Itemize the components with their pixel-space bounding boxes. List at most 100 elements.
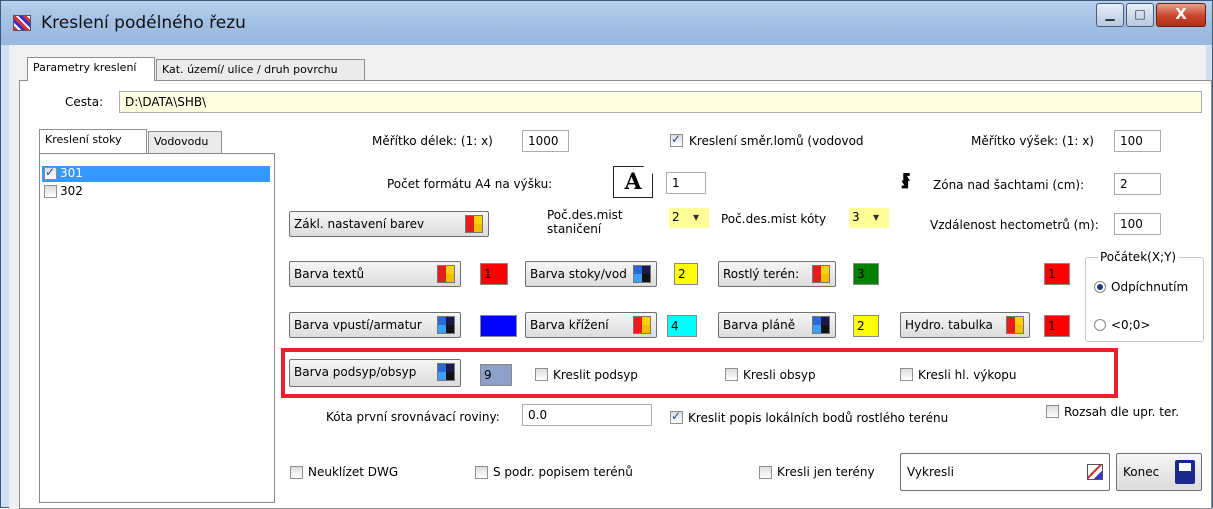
vykresli-button[interactable]: Vykresli [900, 453, 1110, 491]
kresli-jen-label: Kresli jen terény [777, 465, 875, 479]
kreslit-popis-label: Kreslit popis lokálních bodů rostlého te… [688, 411, 949, 425]
path-field[interactable]: D:\DATA\SHB\ [119, 91, 1202, 113]
stoky-list[interactable]: 301 302 [39, 153, 275, 503]
palette-icon [465, 215, 483, 233]
hydro-tabulka-label: Hydro. tabulka [905, 318, 993, 332]
zona-input[interactable]: 2 [1114, 173, 1161, 195]
kreslit-podsyp-checkbox[interactable] [535, 368, 548, 381]
barva-podsyp-button[interactable]: Barva podsyp/obsyp [289, 359, 461, 387]
kresli-hl-vykopu-checkbox[interactable] [900, 368, 913, 381]
rostly-teren-swatch[interactable]: 3 [853, 263, 879, 285]
neuklizet-checkbox[interactable] [290, 466, 303, 479]
extra-red-swatch[interactable]: 1 [1044, 263, 1070, 285]
tab-parametry-kresleni[interactable]: Parametry kreslení [27, 57, 155, 81]
maximize-icon: □ [1134, 7, 1146, 21]
path-label: Cesta: [65, 95, 104, 109]
barva-krizeni-swatch[interactable]: 4 [667, 315, 697, 337]
pocdes-stan-select[interactable]: 2 ▼ [669, 208, 709, 228]
barva-textu-label: Barva textů [294, 267, 365, 281]
barva-vpusti-swatch[interactable]: 5 [480, 315, 517, 337]
barva-podsyp-swatch[interactable]: 9 [480, 364, 512, 386]
neuklizet-label: Neuklízet DWG [308, 465, 399, 479]
pocdes-stan-value: 2 [672, 210, 680, 224]
palette-icon [437, 363, 455, 381]
barva-textu-button[interactable]: Barva textů [289, 261, 461, 287]
zakl-nastaveni-button[interactable]: Zákl. nastavení barev [289, 211, 489, 237]
pocatek-title: Počátek(X;Y) [1098, 250, 1179, 264]
list-item[interactable]: 301 [42, 165, 270, 182]
pocdes-koty-value: 3 [852, 210, 860, 224]
tab-vodovodu[interactable]: Vodovodu [148, 131, 222, 153]
kresli-obsyp-checkbox[interactable] [725, 368, 738, 381]
origin-radio[interactable] [1094, 319, 1106, 331]
kota-input[interactable]: 0.0 [522, 404, 652, 426]
hydro-tabulka-button[interactable]: Hydro. tabulka [900, 312, 1030, 338]
kreslit-popis-checkbox[interactable] [670, 409, 683, 424]
barva-plane-label: Barva pláně [723, 318, 796, 332]
kresleni-smer-label: Kreslení směr.lomů (vodovod [689, 134, 864, 148]
list-item-checkbox[interactable] [44, 185, 57, 198]
palette-icon [812, 265, 830, 283]
kresli-obsyp-label: Kresli obsyp [743, 368, 816, 382]
s-podr-checkbox[interactable] [475, 466, 488, 479]
barva-vpusti-label: Barva vpustí/armatur [294, 318, 422, 332]
minimize-button[interactable]: ▁ [1096, 3, 1124, 27]
palette-icon [812, 316, 830, 334]
meritko-vysek-input[interactable]: 100 [1114, 130, 1161, 152]
zona-label: Zóna nad šachtami (cm): [933, 178, 1085, 192]
palette-icon [633, 265, 651, 283]
list-item-label: 301 [60, 166, 83, 180]
rostly-teren-label: Rostlý terén: [723, 267, 800, 281]
kota-label: Kóta první srovnávací roviny: [326, 410, 500, 424]
floppy-icon [1175, 460, 1195, 484]
barva-podsyp-label: Barva podsyp/obsyp [294, 365, 417, 379]
close-button[interactable]: X [1156, 3, 1206, 27]
odpichnutim-label: Odpíchnutím [1111, 280, 1189, 294]
tab-kat-uzemi[interactable]: Kat. území/ ulice / druh povrchu [156, 59, 365, 81]
barva-plane-button[interactable]: Barva pláně [718, 312, 836, 338]
palette-icon [437, 316, 455, 334]
meritko-delek-input[interactable]: 1000 [522, 130, 569, 152]
barva-vpusti-button[interactable]: Barva vpustí/armatur [289, 312, 461, 338]
list-item[interactable]: 302 [42, 184, 270, 200]
s-podr-label: S podr. popisem terénů [493, 465, 633, 479]
kresleni-smer-checkbox[interactable] [670, 132, 683, 147]
origin-label: <0;0> [1111, 318, 1151, 332]
vzdalenost-label: Vzdálenost hectometrů (m): [930, 218, 1099, 232]
barva-plane-swatch[interactable]: 2 [853, 315, 879, 337]
hydro-tabulka-swatch[interactable]: 1 [1044, 315, 1070, 337]
rozsah-label: Rozsah dle upr. ter. [1064, 405, 1180, 419]
konec-button[interactable]: Konec [1116, 453, 1202, 491]
window: Kreslení podélného řezu ▁ □ X Parametry … [0, 0, 1213, 509]
rozsah-checkbox[interactable] [1046, 405, 1059, 418]
kresli-hl-vykopu-label: Kresli hl. výkopu [918, 368, 1017, 382]
title-bar[interactable]: Kreslení podélného řezu ▁ □ X [1, 1, 1212, 45]
vykresli-label: Vykresli [907, 465, 954, 479]
kreslit-podsyp-label: Kreslit podsyp [553, 368, 638, 382]
rostly-teren-button[interactable]: Rostlý terén: [718, 261, 836, 287]
pocdes-stan-label: Poč.des.mist staničení [547, 208, 623, 236]
pocet-formatu-label: Počet formátu A4 na výšku: [387, 177, 553, 191]
pocdes-koty-select[interactable]: 3 ▼ [849, 208, 889, 228]
barva-krizeni-label: Barva křížení [530, 318, 609, 332]
konec-label: Konec [1123, 465, 1160, 479]
list-item-checkbox[interactable] [44, 165, 57, 180]
tab-kresleni-stoky[interactable]: Kreslení stoky [39, 129, 147, 153]
list-item-label: 302 [60, 184, 83, 198]
palette-icon [1006, 316, 1024, 334]
odpichnutim-radio[interactable] [1094, 281, 1106, 293]
pocdes-koty-label: Poč.des.mist kóty [721, 212, 827, 226]
barva-stoky-label: Barva stoky/vod [530, 267, 627, 281]
pocet-formatu-input[interactable]: 1 [666, 172, 706, 194]
chart-icon [1087, 464, 1103, 480]
maximize-button[interactable]: □ [1126, 3, 1154, 27]
meritko-vysek-label: Měřítko výšek: (1: x) [971, 134, 1094, 148]
barva-krizeni-button[interactable]: Barva křížení [525, 312, 657, 338]
window-title: Kreslení podélného řezu [41, 13, 246, 33]
kresli-jen-checkbox[interactable] [759, 466, 772, 479]
barva-stoky-swatch[interactable]: 2 [674, 263, 698, 285]
barva-stoky-button[interactable]: Barva stoky/vod [525, 261, 657, 287]
minimize-icon: ▁ [1105, 7, 1115, 21]
vzdalenost-input[interactable]: 100 [1114, 213, 1161, 235]
barva-textu-swatch[interactable]: 1 [480, 263, 508, 285]
